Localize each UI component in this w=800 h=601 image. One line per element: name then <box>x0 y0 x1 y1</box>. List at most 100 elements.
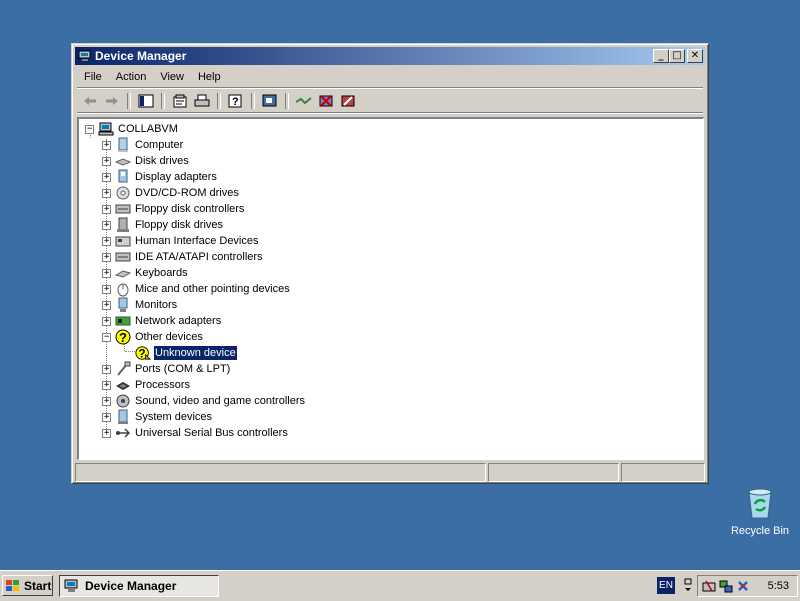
tree-category-dvd-cd-rom-drives[interactable]: + DVD/CD-ROM drives <box>102 185 240 201</box>
maximize-button[interactable]: □ <box>669 49 685 63</box>
start-button[interactable]: Start <box>2 575 53 596</box>
device-manager-app-icon <box>64 579 78 592</box>
start-label: Start <box>24 578 52 593</box>
title-bar[interactable]: Device Manager _ □ ✕ <box>75 47 705 65</box>
menu-action[interactable]: Action <box>109 69 154 86</box>
properties-icon[interactable] <box>170 92 190 110</box>
tree-root-node[interactable]: − COLLABVM <box>85 121 179 137</box>
tree-category-ports-com-lpt[interactable]: + Ports (COM & LPT) <box>102 361 231 377</box>
mouse-icon <box>115 281 131 297</box>
usb-icon <box>115 425 131 441</box>
disable-icon[interactable] <box>338 92 358 110</box>
tree-category-other-devices[interactable]: −? Other devices <box>102 329 204 345</box>
tree-category-label[interactable]: Monitors <box>134 298 178 312</box>
tree-connector <box>125 351 135 352</box>
tree-category-label[interactable]: Floppy disk controllers <box>134 202 245 216</box>
expand-button[interactable]: + <box>102 364 111 374</box>
tree-category-label[interactable]: Disk drives <box>134 154 190 168</box>
cdrom-icon <box>115 185 131 201</box>
tray-warning-icon[interactable] <box>736 579 750 593</box>
toolbar-separator <box>127 93 131 109</box>
close-button[interactable]: ✕ <box>687 49 703 63</box>
forward-arrow-icon[interactable] <box>102 92 122 110</box>
expand-button[interactable]: + <box>102 412 111 422</box>
root-label[interactable]: COLLABVM <box>117 122 179 136</box>
tray-network-icon[interactable] <box>719 579 733 593</box>
computer-icon <box>115 137 131 153</box>
tree-category-processors[interactable]: + Processors <box>102 377 191 393</box>
uninstall-icon[interactable] <box>316 92 336 110</box>
recycle-bin-desktop-icon[interactable]: Recycle Bin <box>728 486 792 537</box>
tree-category-label[interactable]: IDE ATA/ATAPI controllers <box>134 250 264 264</box>
device-tree[interactable]: − COLLABVM + Computer + Disk drives + Display… <box>77 117 704 460</box>
expand-button[interactable]: + <box>102 300 111 310</box>
tree-category-system-devices[interactable]: + System devices <box>102 409 213 425</box>
tree-category-sound-video-and-game-controllers[interactable]: + Sound, video and game controllers <box>102 393 306 409</box>
expand-button[interactable]: + <box>102 188 111 198</box>
language-bar-options-icon[interactable] <box>683 577 693 594</box>
expand-button[interactable]: + <box>102 172 111 182</box>
tree-category-label[interactable]: Floppy disk drives <box>134 218 224 232</box>
taskbar-device-manager-button[interactable]: Device Manager <box>59 575 219 597</box>
tree-category-display-adapters[interactable]: + Display adapters <box>102 169 218 185</box>
tree-category-network-adapters[interactable]: + Network adapters <box>102 313 222 329</box>
tree-category-label[interactable]: Sound, video and game controllers <box>134 394 306 408</box>
expand-button[interactable]: + <box>102 140 111 150</box>
status-pane-main <box>75 463 486 482</box>
unknown-device-label[interactable]: Unknown device <box>153 345 238 361</box>
tree-category-label[interactable]: Human Interface Devices <box>134 234 260 248</box>
minimize-button[interactable]: _ <box>653 49 669 63</box>
tree-category-disk-drives[interactable]: + Disk drives <box>102 153 190 169</box>
update-driver-icon[interactable] <box>294 92 314 110</box>
toolbar-separator <box>161 93 165 109</box>
collapse-button[interactable]: − <box>85 124 94 134</box>
print-icon[interactable] <box>192 92 212 110</box>
tray-hardware-icon[interactable] <box>702 579 716 593</box>
tree-category-label[interactable]: DVD/CD-ROM drives <box>134 186 240 200</box>
expand-button[interactable]: + <box>102 316 111 326</box>
tree-category-label[interactable]: Keyboards <box>134 266 189 280</box>
expand-button[interactable]: + <box>102 236 111 246</box>
collapse-button[interactable]: − <box>102 332 111 342</box>
tree-category-label[interactable]: Processors <box>134 378 191 392</box>
tree-category-mice-and-other-pointing-devices[interactable]: + Mice and other pointing devices <box>102 281 291 297</box>
tree-category-human-interface-devices[interactable]: + Human Interface Devices <box>102 233 260 249</box>
scan-hardware-icon[interactable] <box>260 92 280 110</box>
tree-category-label[interactable]: Network adapters <box>134 314 222 328</box>
expand-button[interactable]: + <box>102 428 111 438</box>
language-indicator[interactable]: EN <box>657 577 675 594</box>
tree-category-ide-ata-atapi-controllers[interactable]: + IDE ATA/ATAPI controllers <box>102 249 264 265</box>
expand-button[interactable]: + <box>102 252 111 262</box>
expand-button[interactable]: + <box>102 268 111 278</box>
back-arrow-icon[interactable] <box>80 92 100 110</box>
network-adapter-icon <box>115 313 131 329</box>
tree-category-computer[interactable]: + Computer <box>102 137 184 153</box>
tree-category-label[interactable]: Mice and other pointing devices <box>134 282 291 296</box>
tree-category-keyboards[interactable]: + Keyboards <box>102 265 189 281</box>
tree-child-node[interactable]: ? Unknown device <box>135 345 238 361</box>
tree-category-label[interactable]: Computer <box>134 138 184 152</box>
port-icon <box>115 361 131 377</box>
tree-category-floppy-disk-controllers[interactable]: + Floppy disk controllers <box>102 201 245 217</box>
tree-category-universal-serial-bus-controllers[interactable]: + Universal Serial Bus controllers <box>102 425 289 441</box>
expand-button[interactable]: + <box>102 396 111 406</box>
tree-category-label[interactable]: Ports (COM & LPT) <box>134 362 231 376</box>
help-icon[interactable]: ? <box>226 92 246 110</box>
tree-category-label[interactable]: System devices <box>134 410 213 424</box>
tree-category-label[interactable]: Universal Serial Bus controllers <box>134 426 289 440</box>
show-hide-console-tree-icon[interactable] <box>136 92 156 110</box>
processor-icon <box>115 377 131 393</box>
expand-button[interactable]: + <box>102 156 111 166</box>
expand-button[interactable]: + <box>102 284 111 294</box>
tree-category-monitors[interactable]: + Monitors <box>102 297 178 313</box>
expand-button[interactable]: + <box>102 204 111 214</box>
tree-category-floppy-disk-drives[interactable]: + Floppy disk drives <box>102 217 224 233</box>
tree-category-label[interactable]: Display adapters <box>134 170 218 184</box>
menu-help[interactable]: Help <box>191 69 228 86</box>
tree-category-label[interactable]: Other devices <box>134 330 204 344</box>
floppy-drive-icon <box>115 217 131 233</box>
menu-view[interactable]: View <box>153 69 191 86</box>
expand-button[interactable]: + <box>102 220 111 230</box>
menu-file[interactable]: File <box>77 69 109 86</box>
expand-button[interactable]: + <box>102 380 111 390</box>
